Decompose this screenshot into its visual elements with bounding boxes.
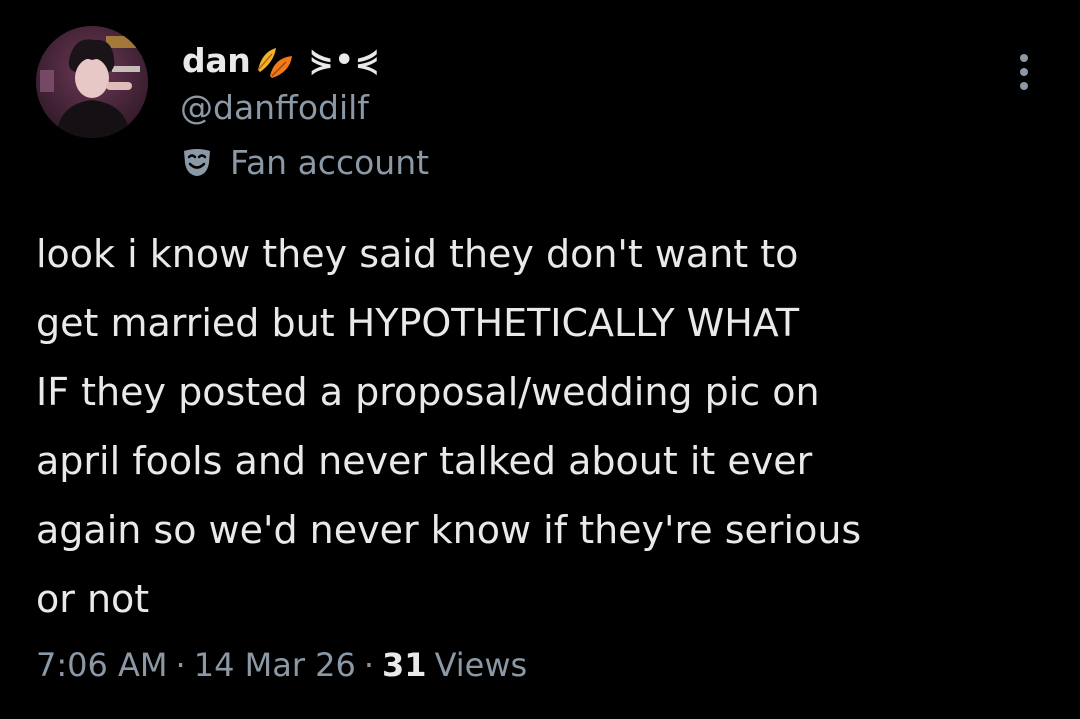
leaf-icon — [252, 40, 300, 80]
more-options-dot — [1020, 68, 1028, 76]
tweet-text-line: look i know they said they don't want to — [36, 232, 799, 276]
author-name-row[interactable]: dan ⋟•⋞ — [182, 38, 381, 82]
author-handle[interactable]: @danffodilf — [180, 88, 369, 127]
tweet-time[interactable]: 7:06 AM — [36, 646, 168, 684]
tweet-text-line: get married but HYPOTHETICALLY WHAT — [36, 301, 800, 345]
author-display-name[interactable]: dan — [182, 41, 251, 80]
tweet-meta: 7:06 AM · 14 Mar 26 · 31 Views — [36, 640, 527, 690]
account-label-text: Fan account — [230, 142, 430, 182]
views-count[interactable]: 31 — [382, 646, 427, 684]
account-label[interactable]: Fan account — [180, 142, 429, 182]
meta-separator: · — [175, 646, 186, 684]
tweet-text-line: again so we'd never know if they're seri… — [36, 508, 862, 552]
avatar[interactable] — [36, 26, 148, 138]
meta-separator: · — [363, 646, 375, 684]
more-options-dot — [1020, 54, 1028, 62]
tweet-text: look i know they said they don't want to… — [36, 220, 1046, 634]
more-options-dot — [1020, 82, 1028, 90]
views-label[interactable]: Views — [435, 646, 528, 684]
tweet-text-line: IF they posted a proposal/wedding pic on — [36, 370, 820, 414]
more-options-icon[interactable] — [1006, 50, 1042, 94]
tweet-text-line: or not — [36, 577, 150, 621]
tweet-date[interactable]: 14 Mar 26 — [194, 646, 356, 684]
mask-icon — [180, 145, 214, 179]
tweet-text-line: april fools and never talked about it ev… — [36, 439, 813, 483]
name-suffix-kaomoji: ⋟•⋞ — [308, 42, 381, 78]
